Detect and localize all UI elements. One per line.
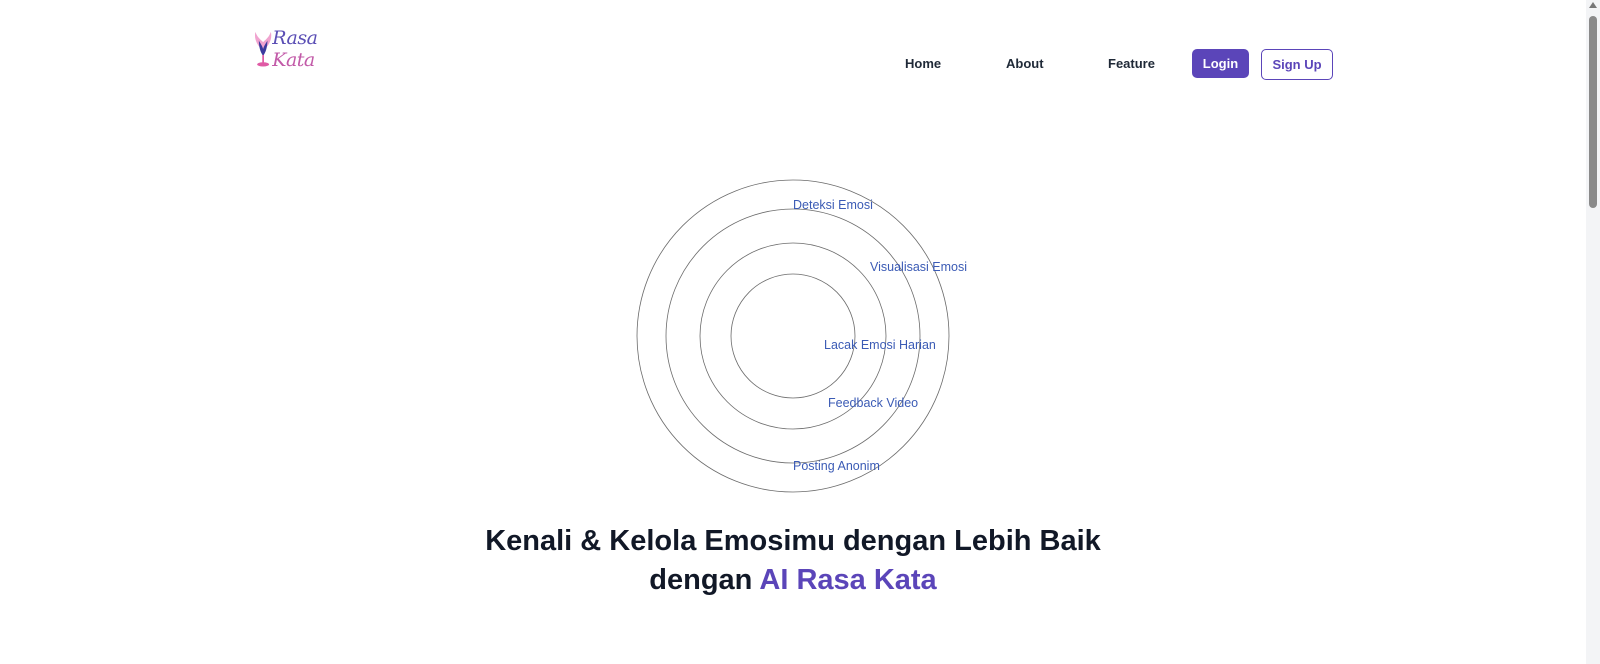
feature-deteksi-emosi: Deteksi Emosi <box>793 198 873 212</box>
scroll-up-arrow-icon[interactable] <box>1589 2 1597 8</box>
heart-glass-icon <box>254 31 272 67</box>
hero-accent: AI Rasa Kata <box>759 564 937 596</box>
logo-text: Rasa Kata <box>272 27 318 71</box>
orbit-rings <box>636 179 950 493</box>
feature-posting-anonim: Posting Anonim <box>793 459 880 473</box>
hero-line-2-prefix: dengan <box>649 564 760 596</box>
scroll-thumb[interactable] <box>1589 16 1597 208</box>
nav-feature[interactable]: Feature <box>1108 56 1155 71</box>
hero-heading: Kenali & Kelola Emosimu dengan Lebih Bai… <box>0 522 1586 600</box>
feature-orbit: Deteksi Emosi Visualisasi Emosi Lacak Em… <box>630 176 967 496</box>
feature-visualisasi-emosi: Visualisasi Emosi <box>870 260 968 274</box>
login-button[interactable]: Login <box>1192 49 1249 78</box>
logo[interactable]: Rasa Kata <box>252 26 352 72</box>
feature-lacak-emosi-harian: Lacak Emosi Harian <box>824 338 936 352</box>
hero-line-1: Kenali & Kelola Emosimu dengan Lebih Bai… <box>485 525 1101 557</box>
page-scrollbar[interactable] <box>1586 0 1600 664</box>
feature-feedback-video: Feedback Video <box>828 396 919 410</box>
nav-about[interactable]: About <box>1006 56 1044 71</box>
signup-button[interactable]: Sign Up <box>1261 49 1333 80</box>
nav-home[interactable]: Home <box>905 56 941 71</box>
